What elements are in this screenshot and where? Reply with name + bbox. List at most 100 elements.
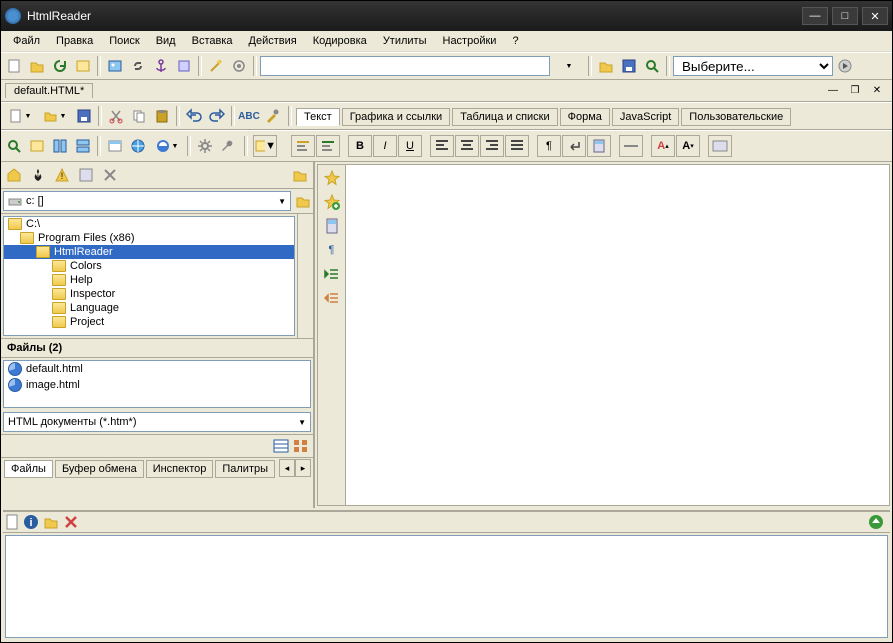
hr-button[interactable] [619,135,643,157]
italic-button[interactable]: I [373,135,397,157]
home-icon[interactable] [3,164,25,186]
output-clear-icon[interactable] [63,514,79,530]
zoom-button[interactable] [3,135,25,157]
doc-tab[interactable]: default.HTML* [5,83,93,98]
menu-help[interactable]: ? [504,33,526,49]
script-button[interactable] [173,55,195,77]
lp-tab-palettes[interactable]: Палитры [215,460,275,478]
tree-item-selected[interactable]: HtmlReader [4,245,294,259]
new-drop-button[interactable]: ▼ [3,105,37,127]
editor-textarea[interactable] [346,165,889,505]
star-add-icon[interactable] [323,193,341,211]
tab-javascript[interactable]: JavaScript [612,108,679,126]
output-open-icon[interactable] [43,514,59,530]
format-style-drop[interactable]: ▼ [253,135,277,157]
layout1-button[interactable] [49,135,71,157]
tab-scroll-left[interactable]: ◂ [279,459,295,477]
pilcrow-gutter-icon[interactable]: ¶ [323,241,341,259]
wrench-button[interactable] [217,135,239,157]
new-doc-button[interactable] [3,55,25,77]
list-view-icon[interactable] [273,439,289,453]
image-button[interactable] [104,55,126,77]
go-button[interactable] [834,55,856,77]
undo-button[interactable] [183,105,205,127]
star-icon[interactable] [323,169,341,187]
grid-view-icon[interactable] [293,439,309,453]
align-center-button[interactable] [455,135,479,157]
address-input[interactable] [260,56,550,76]
output-textarea[interactable] [5,535,888,638]
tree-scrollbar[interactable] [297,214,313,338]
tab-scroll-right[interactable]: ▸ [295,459,311,477]
underline-button[interactable]: U [398,135,422,157]
browser1-button[interactable] [104,135,126,157]
world-search-button[interactable] [641,55,663,77]
link-button[interactable] [127,55,149,77]
file-item[interactable]: image.html [4,377,310,393]
align-right-button[interactable] [480,135,504,157]
indent-in-icon[interactable] [323,289,341,307]
go-save-button[interactable] [618,55,640,77]
close-button[interactable]: ✕ [862,7,888,25]
calc-button[interactable] [587,135,611,157]
inner-restore[interactable]: ❐ [844,80,866,102]
wand-button[interactable] [205,55,227,77]
font-color-button[interactable]: A▴ [651,135,675,157]
tree-item[interactable]: Program Files (x86) [4,231,294,245]
tree-item[interactable]: Colors [4,259,294,273]
tree-item[interactable]: C:\ [4,217,294,231]
calc-gutter-icon[interactable] [323,217,341,235]
tools-button[interactable] [261,105,283,127]
tab-text[interactable]: Текст [296,108,340,126]
open-drop-button[interactable]: ▼ [38,105,72,127]
menu-edit[interactable]: Правка [48,33,101,49]
tab-table-lists[interactable]: Таблица и списки [452,108,557,126]
menu-file[interactable]: Файл [5,33,48,49]
go-open-button[interactable] [595,55,617,77]
lp-tab-inspector[interactable]: Инспектор [146,460,214,478]
indent-out-icon[interactable] [323,265,341,283]
menu-encoding[interactable]: Кодировка [305,33,375,49]
layout2-button[interactable] [72,135,94,157]
menu-settings[interactable]: Настройки [435,33,505,49]
align-left-button[interactable] [430,135,454,157]
open-button[interactable] [26,55,48,77]
drive-selector[interactable]: c: [] ▼ [3,191,291,211]
refresh-button[interactable] [49,55,71,77]
file-filter[interactable]: HTML документы (*.htm*)▼ [3,412,311,432]
inner-close[interactable]: ✕ [866,80,888,102]
minimize-button[interactable]: — [802,7,828,25]
tree-item[interactable]: Language [4,301,294,315]
image-insert-button[interactable] [708,135,732,157]
preview-button[interactable] [26,135,48,157]
select-combo[interactable]: Выберите... [673,56,833,76]
folder-tree[interactable]: C:\ Program Files (x86) HtmlReader Color… [3,216,295,336]
menu-utilities[interactable]: Утилиты [375,33,435,49]
bookmark-button[interactable] [72,55,94,77]
folder-up-icon[interactable] [289,164,311,186]
folder-button[interactable] [295,193,311,209]
pilcrow-button[interactable]: ¶ [537,135,561,157]
maximize-button[interactable]: □ [832,7,858,25]
props-icon[interactable] [75,164,97,186]
menu-search[interactable]: Поиск [101,33,147,49]
cut-button[interactable] [105,105,127,127]
file-item[interactable]: default.html [4,361,310,377]
menu-insert[interactable]: Вставка [184,33,241,49]
output-collapse-icon[interactable] [868,514,884,530]
copy-button[interactable] [128,105,150,127]
bold-button[interactable]: B [348,135,372,157]
lp-tab-clipboard[interactable]: Буфер обмена [55,460,144,478]
warning-icon[interactable]: ! [51,164,73,186]
tab-custom[interactable]: Пользовательские [681,108,791,126]
output-info-icon[interactable]: i [23,514,39,530]
tool-button[interactable] [228,55,250,77]
output-doc-icon[interactable] [5,514,19,530]
fire-icon[interactable] [27,164,49,186]
menu-view[interactable]: Вид [148,33,184,49]
redo-button[interactable] [206,105,228,127]
para1-button[interactable] [291,135,315,157]
font-size-button[interactable]: A▾ [676,135,700,157]
inner-minimize[interactable]: — [822,80,844,102]
paste-button[interactable] [151,105,173,127]
